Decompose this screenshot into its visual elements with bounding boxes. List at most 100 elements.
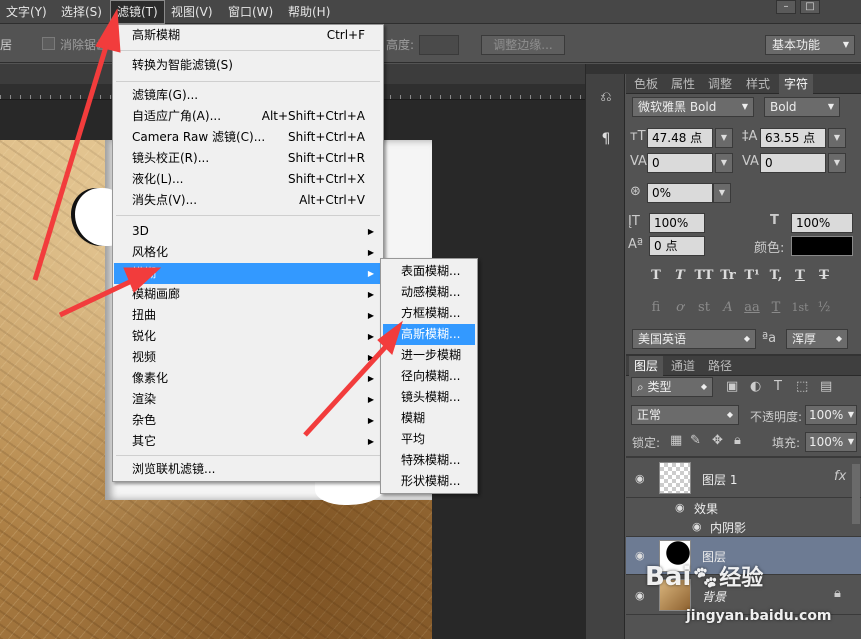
faux-bold-button[interactable]: T bbox=[644, 266, 668, 286]
panel-collapse-bar[interactable] bbox=[586, 64, 626, 74]
history-icon[interactable]: ⎌ bbox=[595, 86, 617, 108]
layer-effect-item[interactable]: ◉ 内阴影 bbox=[626, 517, 861, 537]
color-label: 颜色: bbox=[754, 241, 785, 256]
titling-alternates-button[interactable]: T bbox=[764, 298, 788, 318]
blend-mode-value: 正常 bbox=[637, 408, 662, 422]
tsume-input[interactable]: 0% bbox=[647, 183, 713, 203]
pixel-layer-filter-icon[interactable]: ▣ bbox=[726, 379, 738, 394]
swash-button[interactable]: A bbox=[716, 298, 740, 318]
underline-button[interactable]: T bbox=[788, 266, 812, 286]
tracking-icon: VA bbox=[742, 154, 759, 169]
tab-styles[interactable]: 样式 bbox=[741, 74, 775, 94]
opacity-input[interactable]: 100% ▼ bbox=[805, 405, 857, 425]
chevron-down-icon: ▼ bbox=[827, 102, 834, 111]
horizontal-scale-input[interactable]: 100% bbox=[791, 213, 853, 233]
vertical-scale-input[interactable]: 100% bbox=[649, 213, 705, 233]
baseline-shift-icon: Aª bbox=[628, 237, 644, 252]
kerning-input[interactable]: 0 bbox=[647, 153, 713, 173]
font-family-dropdown[interactable]: 微软雅黑 Bold ▼ bbox=[632, 97, 754, 117]
faux-italic-button[interactable]: T bbox=[668, 266, 692, 286]
eye-icon[interactable]: ◉ bbox=[635, 549, 645, 562]
paragraph-style-icon[interactable]: ¶ bbox=[595, 128, 617, 150]
eye-icon[interactable]: ◉ bbox=[692, 520, 702, 533]
ligature-button[interactable]: fi bbox=[644, 298, 668, 318]
lock-image-icon[interactable]: ✎ bbox=[690, 433, 701, 448]
layer-filter-dropdown[interactable]: ⌕ 类型 ◆ bbox=[631, 377, 713, 397]
layers-scrollbar[interactable] bbox=[852, 464, 860, 524]
fill-label: 填充: bbox=[772, 436, 801, 450]
fx-icon[interactable]: fx bbox=[834, 469, 846, 484]
workspace-dropdown[interactable]: 基本功能 ▼ bbox=[765, 35, 855, 55]
language-value: 美国英语 bbox=[638, 332, 687, 346]
character-tab-row: 色板 属性 调整 样式 字符 bbox=[626, 74, 861, 94]
layer-effects-row[interactable]: ◉ 效果 bbox=[626, 498, 861, 518]
subscript-button[interactable]: T, bbox=[764, 266, 788, 286]
old-style-button[interactable]: ơ bbox=[668, 298, 692, 318]
ordinals-button[interactable]: 1st bbox=[788, 298, 812, 318]
eye-icon[interactable]: ◉ bbox=[635, 472, 645, 485]
chevron-down-icon: ▼ bbox=[741, 102, 748, 111]
chevron-down-icon: ▼ bbox=[847, 410, 854, 419]
font-style-dropdown[interactable]: Bold ▼ bbox=[764, 97, 840, 117]
workspace-label: 基本功能 bbox=[772, 38, 821, 52]
strikethrough-button[interactable]: T bbox=[812, 266, 836, 286]
type-layer-filter-icon[interactable]: T bbox=[774, 379, 782, 394]
baseline-shift-input[interactable]: 0 点 bbox=[649, 236, 705, 256]
fill-value: 100% bbox=[809, 435, 844, 449]
smart-object-filter-icon[interactable]: ▤ bbox=[820, 379, 832, 394]
small-caps-button[interactable]: Tr bbox=[716, 266, 740, 286]
tsume-dropdown-button[interactable]: ▼ bbox=[713, 183, 731, 203]
leading-dropdown-button[interactable]: ▼ bbox=[828, 128, 846, 148]
horizontal-scale-icon: T bbox=[770, 213, 779, 228]
tab-properties[interactable]: 属性 bbox=[666, 74, 700, 94]
eye-icon[interactable]: ◉ bbox=[635, 589, 645, 602]
panel-header-bar[interactable] bbox=[626, 64, 861, 74]
leading-input[interactable]: 63.55 点 bbox=[760, 128, 826, 148]
all-caps-button[interactable]: TT bbox=[692, 266, 716, 286]
antialias-value: 浑厚 bbox=[792, 332, 817, 346]
lock-label: 锁定: bbox=[632, 436, 661, 450]
tracking-dropdown-button[interactable]: ▼ bbox=[828, 153, 846, 173]
eye-icon[interactable]: ◉ bbox=[675, 501, 685, 514]
discretionary-ligature-button[interactable]: st bbox=[692, 298, 716, 318]
kerning-dropdown-button[interactable]: ▼ bbox=[715, 153, 733, 173]
right-panel: 色板 属性 调整 样式 字符 微软雅黑 Bold ▼ Bold ▼ ᴛT 47.48… bbox=[626, 64, 861, 639]
annotation-arrowhead bbox=[123, 267, 162, 293]
superscript-button[interactable]: T¹ bbox=[740, 266, 764, 286]
antialias-dropdown[interactable]: 浑厚 ◆ bbox=[786, 329, 848, 349]
maximize-button[interactable]: □ bbox=[800, 0, 820, 14]
tab-adjustments[interactable]: 调整 bbox=[703, 74, 737, 94]
layer-name[interactable]: 图层 1 bbox=[702, 471, 737, 488]
opacity-value: 100% bbox=[809, 408, 844, 422]
search-icon: ⌕ bbox=[637, 380, 648, 394]
tab-layers[interactable]: 图层 bbox=[629, 356, 664, 376]
text-color-swatch[interactable] bbox=[791, 236, 853, 256]
font-size-dropdown-button[interactable]: ▼ bbox=[715, 128, 733, 148]
tab-channels[interactable]: 通道 bbox=[666, 356, 700, 376]
watermark-brand: Bai bbox=[645, 562, 692, 592]
layer-thumbnail bbox=[659, 462, 691, 494]
adjustment-layer-filter-icon[interactable]: ◐ bbox=[750, 379, 761, 394]
tab-character[interactable]: 字符 bbox=[779, 74, 814, 94]
fractions-button[interactable]: ½ bbox=[812, 298, 836, 318]
minimize-button[interactable]: – bbox=[776, 0, 796, 14]
blend-mode-dropdown[interactable]: 正常 ◆ bbox=[631, 405, 739, 425]
font-size-input[interactable]: 47.48 点 bbox=[647, 128, 713, 148]
language-dropdown[interactable]: 美国英语 ◆ bbox=[632, 329, 756, 349]
effects-label: 效果 bbox=[694, 502, 719, 516]
stylistic-alternates-button[interactable]: aa bbox=[740, 298, 764, 318]
font-size-icon: ᴛT bbox=[630, 129, 646, 144]
shape-layer-filter-icon[interactable]: ⬚ bbox=[796, 379, 808, 394]
lock-all-icon[interactable]: 🔒︎ bbox=[734, 433, 741, 448]
lock-position-icon[interactable]: ✥ bbox=[712, 433, 723, 448]
tab-paths[interactable]: 路径 bbox=[703, 356, 737, 376]
fill-input[interactable]: 100% ▼ bbox=[805, 432, 857, 452]
tracking-input[interactable]: 0 bbox=[760, 153, 826, 173]
annotation-arrows bbox=[32, 8, 403, 437]
layer-row[interactable]: ◉ 图层 1 fx bbox=[626, 458, 861, 498]
lock-transparent-icon[interactable]: ▦ bbox=[670, 433, 682, 448]
kerning-icon: VA bbox=[630, 154, 647, 169]
tab-swatches[interactable]: 色板 bbox=[629, 74, 663, 94]
watermark-url: jingyan.baidu.com bbox=[686, 608, 832, 624]
chevron-up-down-icon: ◆ bbox=[700, 382, 707, 391]
